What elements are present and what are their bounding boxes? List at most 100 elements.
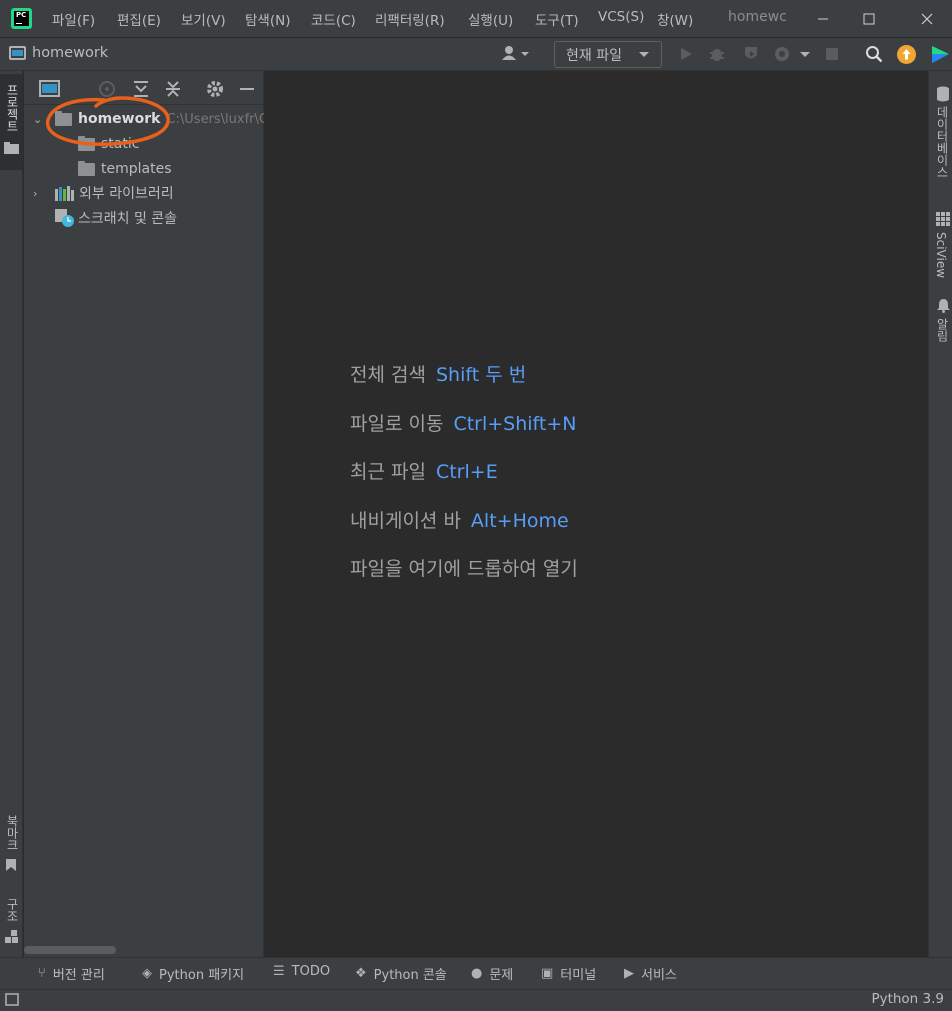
hint-shortcut: Shift 두 번 xyxy=(435,364,527,386)
tool-terminal[interactable]: ▣ 터미널 xyxy=(541,964,596,983)
run-configuration-label: 현재 파일 xyxy=(566,48,622,64)
menu-navigate[interactable]: 탐색(N) xyxy=(245,9,290,29)
hint-search-everywhere: 전체 검색 Shift 두 번 xyxy=(350,360,526,387)
profile-icon[interactable] xyxy=(773,45,791,63)
debug-icon[interactable] xyxy=(708,45,726,63)
status-bar xyxy=(0,989,952,1011)
hint-recent-files: 최근 파일 Ctrl+E xyxy=(350,457,498,484)
tree-item-templates[interactable]: templates xyxy=(78,157,172,181)
more-run-chevron-icon[interactable] xyxy=(799,51,811,59)
project-tab-folder-icon xyxy=(4,142,19,154)
hint-go-to-file: 파일로 이동 Ctrl+Shift+N xyxy=(350,409,577,436)
bookmarks-tab-label[interactable]: 북마크 xyxy=(4,815,21,851)
hint-label: 전체 검색 xyxy=(350,364,426,386)
hint-label: 내비게이션 바 xyxy=(350,510,461,532)
close-icon xyxy=(921,13,933,24)
tool-todo[interactable]: ☰ TODO xyxy=(273,964,330,979)
tool-python-packages[interactable]: ◈ Python 패키지 xyxy=(142,964,244,983)
bookmark-icon xyxy=(6,859,16,871)
update-icon[interactable] xyxy=(896,44,917,65)
close-button[interactable] xyxy=(904,0,950,37)
user-icon xyxy=(502,46,529,60)
maximize-button[interactable] xyxy=(846,0,892,37)
right-tool-strip xyxy=(928,71,952,957)
tree-item-label: 외부 라이브러리 xyxy=(79,186,174,202)
tree-item-scratches[interactable]: 스크래치 및 콘솔 xyxy=(55,206,177,230)
menu-code[interactable]: 코드(C) xyxy=(311,9,356,29)
bell-icon[interactable] xyxy=(937,298,950,313)
coverage-icon[interactable] xyxy=(742,45,760,63)
ide-plugin-icon[interactable] xyxy=(929,44,952,65)
menu-view[interactable]: 보기(V) xyxy=(181,9,226,29)
version-control-icon: ⑂ xyxy=(38,966,46,981)
hint-shortcut: Alt+Home xyxy=(470,510,569,532)
tool-label: 서비스 xyxy=(641,968,677,983)
chevron-down-icon xyxy=(639,52,649,57)
python-packages-icon: ◈ xyxy=(142,966,152,981)
database-icon[interactable] xyxy=(936,86,950,102)
gear-icon[interactable] xyxy=(205,79,225,99)
project-folder-icon xyxy=(9,46,26,60)
minimize-icon xyxy=(818,18,828,19)
menu-file[interactable]: 파일(F) xyxy=(52,9,95,29)
menu-run[interactable]: 실행(U) xyxy=(468,9,513,29)
structure-icon xyxy=(5,930,18,943)
hint-navigation-bar: 내비게이션 바 Alt+Home xyxy=(350,506,569,533)
python-console-icon: ❖ xyxy=(355,966,367,981)
account-button[interactable] xyxy=(500,44,532,64)
search-icon[interactable] xyxy=(865,45,883,63)
folder-icon xyxy=(78,160,95,176)
chevron-right-icon[interactable]: › xyxy=(33,187,45,200)
problems-icon: ● xyxy=(471,966,483,981)
window-title: homewc xyxy=(728,9,786,25)
todo-icon: ☰ xyxy=(273,964,285,979)
sciview-icon[interactable] xyxy=(936,212,950,226)
hint-label: 최근 파일 xyxy=(350,461,426,483)
tree-item-label: 스크래치 및 콘솔 xyxy=(78,211,178,227)
tool-label: 문제 xyxy=(489,968,514,983)
horizontal-scrollbar[interactable] xyxy=(24,946,116,954)
tree-item-label: templates xyxy=(101,161,172,177)
scratches-icon xyxy=(55,208,74,227)
tree-root-path: C:\Users\luxfr\C xyxy=(166,111,268,127)
menu-window[interactable]: 창(W) xyxy=(657,9,693,29)
hide-panel-icon[interactable] xyxy=(237,79,257,99)
tool-python-console[interactable]: ❖ Python 콘솔 xyxy=(355,964,447,983)
notifications-tab-label[interactable]: 알림 xyxy=(934,318,951,342)
tool-problems[interactable]: ● 문제 xyxy=(471,964,513,983)
hint-label: 파일을 여기에 드롭하여 열기 xyxy=(350,558,578,580)
tool-label: 터미널 xyxy=(560,968,597,983)
menu-vcs[interactable]: VCS(S) xyxy=(598,9,644,25)
annotation-circle-mark xyxy=(45,96,170,146)
breadcrumb-project[interactable]: homework xyxy=(32,45,108,61)
tool-label: 버전 관리 xyxy=(52,968,105,983)
python-interpreter-status[interactable]: Python 3.9 xyxy=(871,991,944,1007)
minimize-button[interactable] xyxy=(800,0,846,37)
tool-label: TODO xyxy=(291,964,331,979)
hint-drop-files: 파일을 여기에 드롭하여 열기 xyxy=(350,554,578,581)
pycharm-logo-icon: PC xyxy=(11,8,32,29)
maximize-icon xyxy=(863,13,875,24)
structure-tab-label[interactable]: 구조 xyxy=(4,898,21,922)
tool-label: Python 패키지 xyxy=(159,968,245,983)
terminal-icon: ▣ xyxy=(541,966,554,981)
hint-shortcut: Ctrl+E xyxy=(435,461,498,483)
run-icon[interactable] xyxy=(678,46,694,62)
services-icon: ▶ xyxy=(624,966,634,981)
project-tab-label: 프로젝트 xyxy=(5,84,19,132)
toggle-tool-windows-icon[interactable] xyxy=(5,993,19,1006)
tool-version-control[interactable]: ⑂ 버전 관리 xyxy=(38,964,105,983)
menu-tools[interactable]: 도구(T) xyxy=(535,9,579,29)
tool-label: Python 콘솔 xyxy=(373,968,447,983)
tool-services[interactable]: ▶ 서비스 xyxy=(624,964,677,983)
tree-item-external-libraries[interactable]: › 외부 라이브러리 xyxy=(33,181,174,205)
hint-shortcut: Ctrl+Shift+N xyxy=(453,413,577,435)
hint-label: 파일로 이동 xyxy=(350,413,444,435)
library-icon xyxy=(55,185,74,201)
database-tab-label[interactable]: 데이터베이스 xyxy=(934,106,951,178)
menu-edit[interactable]: 편집(E) xyxy=(117,9,161,29)
menu-refactor[interactable]: 리팩터링(R) xyxy=(375,9,445,29)
stop-icon[interactable] xyxy=(825,47,839,61)
logo-bar xyxy=(16,23,22,24)
sciview-tab-label[interactable]: SciView xyxy=(934,232,948,278)
